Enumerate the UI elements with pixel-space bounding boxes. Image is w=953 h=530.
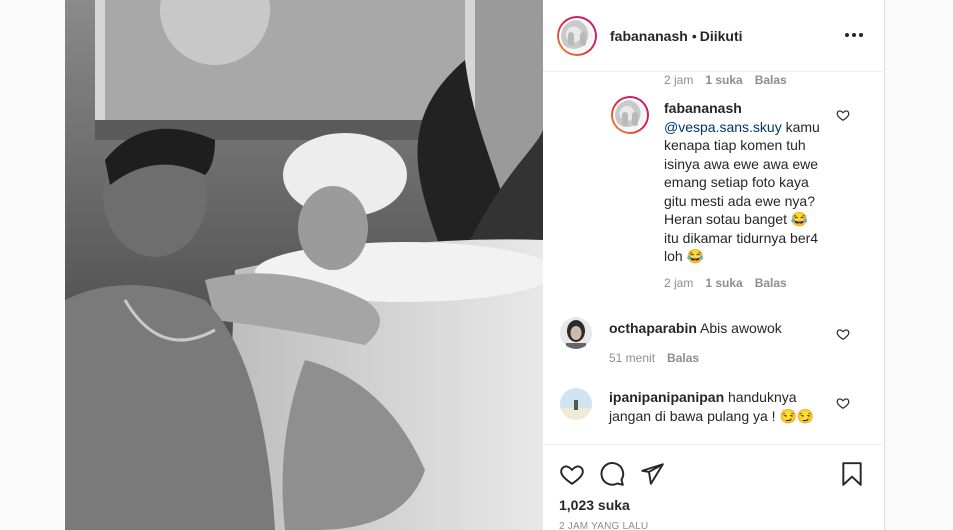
comment-line: Heran sotau banget 😂 (664, 211, 809, 227)
mention-link[interactable]: @vespa.sans.skuy (664, 119, 782, 135)
page-background-right (885, 0, 953, 530)
reply-button[interactable]: Balas (667, 351, 699, 365)
header-separator: • (691, 27, 697, 44)
comment-body: Abis awowok (700, 320, 782, 336)
post-actions: 1,023 suka 2 JAM YANG LALU (543, 444, 885, 530)
post-header: fabananash • Diikuti (543, 0, 885, 72)
comment-time: 2 jam (664, 276, 694, 290)
reply-comment-text: fabananash @vespa.sans.skuy kamu kenapa … (664, 99, 849, 266)
commenter-username[interactable]: ipanipanipanipan (609, 389, 724, 405)
comment-line: kamu (781, 118, 820, 135)
comment-meta: 51 menit Balas (609, 351, 699, 365)
comment-line: loh 😂 (664, 248, 705, 264)
post-photo[interactable] (65, 0, 543, 530)
reply-button[interactable]: Balas (755, 276, 787, 290)
comment-meta: 2 jam 1 suka Balas (664, 73, 787, 87)
commenter-avatar[interactable] (560, 388, 592, 420)
commenter-avatar[interactable] (560, 317, 592, 349)
more-options-icon[interactable] (845, 26, 863, 44)
post-photo-image (65, 0, 543, 530)
comment-line: isinya awa ewe awa ewe (664, 155, 819, 172)
reply-username[interactable]: fabananash (664, 100, 742, 116)
bookmark-icon[interactable] (839, 461, 865, 487)
like-comment-heart-icon[interactable] (836, 108, 850, 122)
like-comment-heart-icon[interactable] (836, 327, 850, 341)
comment-time: 2 jam (664, 73, 694, 87)
reply-meta: 2 jam 1 suka Balas (664, 276, 787, 290)
paper-plane-icon[interactable] (639, 461, 665, 487)
like-comment-heart-icon[interactable] (836, 396, 850, 410)
comment-body: jangan di bawa pulang ya ! 😏😏 (609, 407, 815, 424)
comment-text: ipanipanipanipan handuknya jangan di baw… (609, 388, 814, 425)
reply-author-avatar[interactable] (611, 96, 649, 134)
author-avatar[interactable] (557, 15, 597, 56)
comment-icon[interactable] (599, 461, 625, 487)
heart-icon[interactable] (559, 461, 585, 487)
like-count[interactable]: 1,023 suka (559, 497, 630, 513)
commenter-username[interactable]: octhaparabin (609, 320, 697, 336)
comments-panel: fabananash • Diikuti 2 jam 1 suka Balas … (543, 0, 885, 530)
comment-line: emang setiap foto kaya (664, 174, 809, 190)
comment-text: octhaparabin Abis awowok (609, 319, 782, 338)
follow-status-button[interactable]: Diikuti (700, 28, 743, 44)
post-timestamp[interactable]: 2 JAM YANG LALU (559, 521, 648, 530)
comment-line: itu dikamar tidurnya ber4 (664, 229, 819, 246)
comment-likes[interactable]: 1 suka (705, 73, 742, 87)
comment-line: kenapa tiap komen tuh (664, 137, 806, 153)
comment-line: gitu mesti ada ewe nya? (664, 192, 815, 209)
comment-body: handuknya (728, 389, 797, 405)
comment-likes[interactable]: 1 suka (705, 276, 742, 290)
instagram-post-view: fabananash • Diikuti 2 jam 1 suka Balas … (0, 0, 953, 530)
comment-time: 51 menit (609, 351, 656, 365)
author-username[interactable]: fabananash (610, 28, 688, 44)
reply-button[interactable]: Balas (755, 73, 787, 87)
